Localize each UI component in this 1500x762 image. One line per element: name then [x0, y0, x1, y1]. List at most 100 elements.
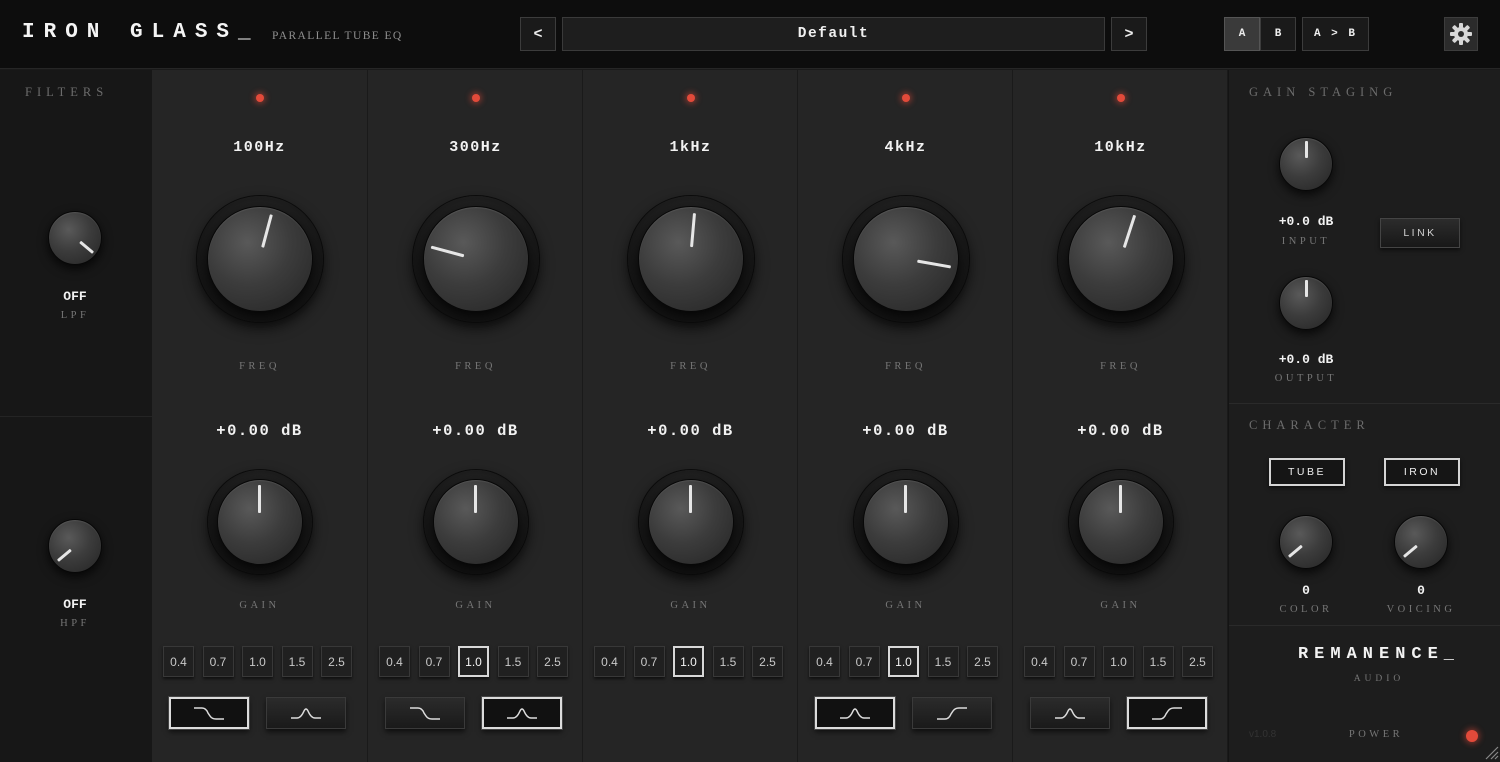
band-2-shape-button[interactable]: [482, 697, 562, 729]
band-2-q-button[interactable]: 2.5: [537, 646, 568, 677]
band-5-freq-value: 10kHz: [1094, 139, 1147, 156]
next-preset-button[interactable]: >: [1111, 17, 1147, 51]
band-3-gain-value: +0.00 dB: [647, 422, 734, 440]
band-1-active-led[interactable]: [255, 94, 264, 102]
band-1-gain-knob[interactable]: [207, 470, 312, 574]
band-5-freq-knob[interactable]: [1057, 196, 1184, 322]
low-shelf-icon: [410, 707, 440, 720]
band-2-shape-button[interactable]: [385, 697, 465, 729]
band-5-q-button[interactable]: 0.7: [1063, 646, 1095, 677]
band-3-q-button[interactable]: 0.4: [594, 646, 625, 677]
band-3-active-led[interactable]: [686, 94, 695, 102]
band-4-shape-button[interactable]: [912, 697, 992, 729]
band-2-freq-knob[interactable]: [412, 196, 539, 322]
band-5-q-button[interactable]: 1.0: [1103, 646, 1134, 677]
band-4-q-button[interactable]: 0.4: [809, 646, 840, 677]
settings-button[interactable]: [1444, 17, 1478, 51]
power-led[interactable]: [1466, 730, 1478, 742]
band-3-q-button[interactable]: 1.5: [712, 646, 744, 677]
lpf-knob[interactable]: [48, 211, 102, 265]
band-1-shape-button[interactable]: [266, 697, 346, 729]
band-4-active-led[interactable]: [901, 94, 910, 102]
previous-preset-button[interactable]: <: [520, 17, 556, 51]
voicing-value: 0: [1417, 583, 1425, 598]
band-4-q-button[interactable]: 2.5: [967, 646, 998, 677]
band-3-freq-knob[interactable]: [627, 196, 754, 322]
band-2-q-button[interactable]: 1.5: [497, 646, 529, 677]
eq-band-2: 300Hz FREQ +0.00 dB GAIN 0.4 0.7 1.0 1.5 2.5: [367, 70, 582, 762]
high-shelf-icon: [1152, 707, 1182, 720]
band-4-q-button[interactable]: 1.5: [927, 646, 959, 677]
band-1-q-button[interactable]: 0.7: [202, 646, 234, 677]
band-2-gain-label: GAIN: [455, 600, 496, 611]
band-3-gain-knob[interactable]: [638, 470, 743, 574]
product-logo: IRON GLASS_: [22, 21, 260, 44]
band-3-q-button[interactable]: 0.7: [633, 646, 665, 677]
version-label: v1.0.8: [1249, 729, 1277, 740]
preset-name-display[interactable]: Default: [562, 17, 1105, 51]
band-3-q-button[interactable]: 1.0: [673, 646, 704, 677]
tube-mode-button[interactable]: TUBE: [1269, 458, 1345, 486]
band-4-q-button[interactable]: 1.0: [888, 646, 919, 677]
iron-mode-button[interactable]: IRON: [1384, 458, 1460, 486]
band-5-gain-label: GAIN: [1100, 600, 1141, 611]
band-1-q-button[interactable]: 0.4: [163, 646, 194, 677]
voicing-label: VOICING: [1386, 604, 1456, 615]
band-4-freq-label: FREQ: [885, 361, 926, 372]
band-3-freq-value: 1kHz: [669, 139, 712, 156]
ab-slot-a-button[interactable]: A: [1224, 17, 1260, 51]
band-3-freq-label: FREQ: [670, 361, 711, 372]
link-gain-button[interactable]: LINK: [1380, 218, 1460, 248]
eq-band-3: 1kHz FREQ +0.00 dB GAIN 0.4 0.7 1.0 1.5 2.5: [582, 70, 797, 762]
color-value: 0: [1302, 583, 1310, 598]
power-label: POWER: [1348, 729, 1404, 740]
band-5-shape-button[interactable]: [1030, 697, 1110, 729]
band-4-shape-button[interactable]: [815, 697, 895, 729]
band-2-q-button[interactable]: 0.7: [418, 646, 450, 677]
band-4-freq-value: 4kHz: [884, 139, 927, 156]
band-5-q-button[interactable]: 0.4: [1024, 646, 1055, 677]
band-3-gain-label: GAIN: [670, 600, 711, 611]
resize-grip-icon[interactable]: [1483, 744, 1499, 760]
band-4-q-button[interactable]: 0.7: [848, 646, 880, 677]
input-gain-label: INPUT: [1281, 236, 1331, 247]
color-knob[interactable]: [1279, 515, 1333, 569]
band-3-q-button[interactable]: 2.5: [752, 646, 783, 677]
band-4-freq-knob[interactable]: [842, 196, 969, 322]
bell-icon: [291, 708, 321, 719]
band-2-active-led[interactable]: [471, 94, 480, 102]
band-1-freq-knob[interactable]: [196, 196, 323, 322]
output-gain-knob[interactable]: [1279, 276, 1333, 330]
color-label: COLOR: [1279, 604, 1333, 615]
band-2-q-button[interactable]: 1.0: [458, 646, 489, 677]
gear-icon: [1450, 23, 1472, 45]
filters-title: FILTERS: [25, 85, 109, 99]
band-5-q-button[interactable]: 2.5: [1182, 646, 1213, 677]
band-5-shape-button[interactable]: [1127, 697, 1207, 729]
band-1-q-button[interactable]: 1.0: [242, 646, 273, 677]
band-2-q-button[interactable]: 0.4: [379, 646, 410, 677]
voicing-knob[interactable]: [1394, 515, 1448, 569]
band-2-gain-knob[interactable]: [423, 470, 528, 574]
brand-logo: REMANENCE_: [1297, 645, 1461, 664]
bell-icon: [840, 708, 870, 719]
band-1-gain-label: GAIN: [239, 600, 280, 611]
brand-sub: AUDIO: [1353, 674, 1405, 684]
band-1-shape-button[interactable]: [169, 697, 249, 729]
band-4-gain-knob[interactable]: [853, 470, 958, 574]
ab-slot-b-button[interactable]: B: [1260, 17, 1296, 51]
right-divider-1: [1229, 403, 1500, 404]
band-1-q-button[interactable]: 1.5: [281, 646, 313, 677]
right-divider-2: [1229, 625, 1500, 626]
copy-a-to-b-button[interactable]: A > B: [1302, 17, 1369, 51]
band-5-active-led[interactable]: [1116, 94, 1125, 102]
input-gain-knob[interactable]: [1279, 137, 1333, 191]
band-5-gain-knob[interactable]: [1068, 470, 1173, 574]
band-2-gain-value: +0.00 dB: [432, 422, 519, 440]
band-1-freq-label: FREQ: [239, 361, 280, 372]
bell-icon: [507, 708, 537, 719]
band-5-q-button[interactable]: 1.5: [1142, 646, 1174, 677]
band-4-gain-value: +0.00 dB: [862, 422, 949, 440]
band-1-q-button[interactable]: 2.5: [321, 646, 352, 677]
hpf-knob[interactable]: [48, 519, 102, 573]
